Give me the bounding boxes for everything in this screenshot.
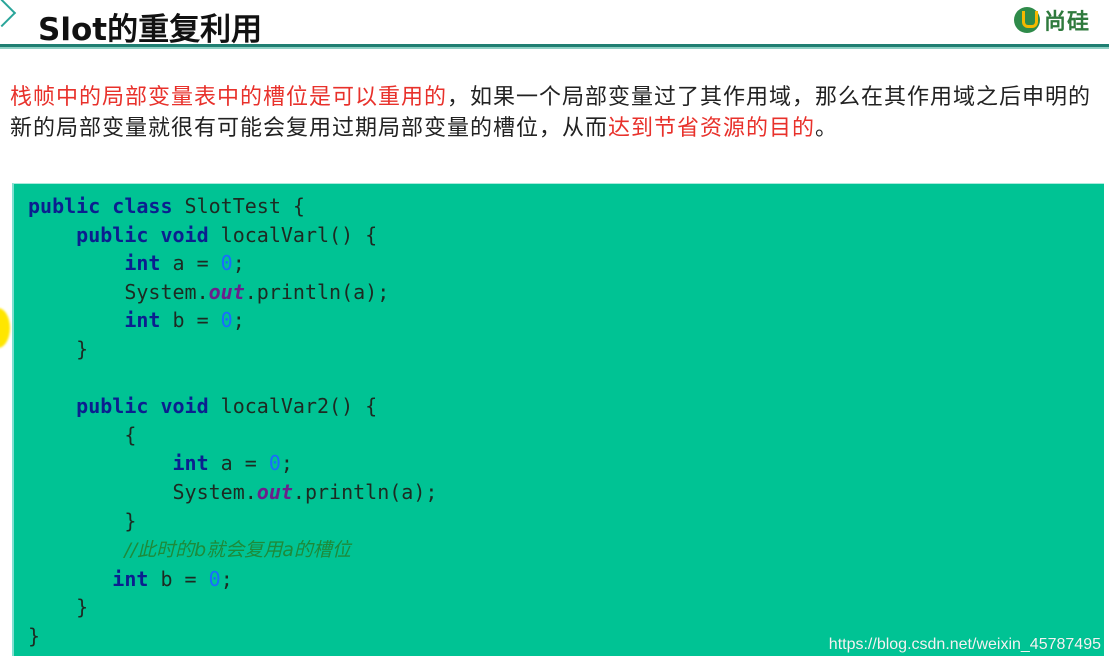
desc-segment: 。 xyxy=(815,116,839,141)
code-line: //此时的b就会复用a的槽位 xyxy=(28,535,437,565)
code-line: int b = 0; xyxy=(28,306,437,335)
code-line: ​ xyxy=(28,364,437,393)
code-token: ; xyxy=(232,308,245,333)
code-block: public class SlotTest { public void loca… xyxy=(12,183,1104,656)
code-token-field: out xyxy=(256,479,293,504)
code-token: ; xyxy=(232,251,245,276)
code-token-num: 0 xyxy=(268,451,281,476)
code-token-kw: int xyxy=(112,566,161,591)
code-token-num: 0 xyxy=(220,251,233,276)
code-line: System.out.println(a); xyxy=(28,278,437,307)
slide-header: Slot的重复利用 尚硅 xyxy=(0,0,1109,50)
code-line: } xyxy=(28,593,437,622)
code-token: b = xyxy=(172,308,221,333)
desc-segment-highlight: 栈帧中的局部变量表中的槽位是可以重用的 xyxy=(10,85,448,110)
code-token: } xyxy=(28,595,89,620)
code-token: ; xyxy=(220,566,233,591)
code-token-kw: int xyxy=(124,308,173,333)
code-token: System. xyxy=(28,479,257,504)
code-token: } xyxy=(28,336,89,361)
description-paragraph: 栈帧中的局部变量表中的槽位是可以重用的，如果一个局部变量过了其作用域，那么在其作… xyxy=(10,82,1100,144)
watermark-url: https://blog.csdn.net/weixin_45787495 xyxy=(828,636,1101,653)
code-token: a = xyxy=(220,451,269,476)
code-token: localVarl() { xyxy=(220,222,378,247)
code-token-kw: int xyxy=(172,451,221,476)
code-token: System. xyxy=(28,279,209,304)
code-token-kw: public void xyxy=(76,222,221,247)
code-token-kw: public void xyxy=(76,394,221,419)
code-line: { xyxy=(28,421,437,450)
code-token: ; xyxy=(280,451,293,476)
brand-logo: 尚硅 xyxy=(1014,5,1090,35)
code-line: public class SlotTest { xyxy=(28,192,437,221)
code-token: } xyxy=(28,508,137,533)
code-token: .println(a); xyxy=(292,479,438,504)
u-logo-icon xyxy=(1014,7,1040,33)
header-divider-light xyxy=(0,47,1109,49)
code-line: } xyxy=(28,335,437,364)
code-listing: public class SlotTest { public void loca… xyxy=(28,192,437,651)
code-line: int a = 0; xyxy=(28,249,437,278)
code-token: SlotTest { xyxy=(184,194,305,218)
code-token: b = xyxy=(160,566,209,591)
code-line: int a = 0; xyxy=(28,449,437,478)
code-token-num: 0 xyxy=(208,566,221,591)
code-token-comment: //此时的b就会复用a的槽位 xyxy=(124,539,351,562)
code-token-kw: int xyxy=(124,251,173,276)
code-token-field: out xyxy=(208,279,245,304)
code-token-kw: public class xyxy=(28,194,185,218)
code-line: } xyxy=(28,622,437,651)
chevron-right-icon xyxy=(0,0,17,28)
logo-text: 尚硅 xyxy=(1044,10,1091,35)
code-line: public void localVar2() { xyxy=(28,392,437,421)
desc-segment-highlight: 达到节省资源的目的 xyxy=(608,116,816,141)
code-token: { xyxy=(28,422,137,447)
code-token: } xyxy=(28,623,41,648)
code-token-num: 0 xyxy=(220,308,233,333)
code-token: .println(a); xyxy=(244,279,390,304)
code-line: } xyxy=(28,507,437,536)
cursor-highlight xyxy=(0,308,10,348)
code-token: localVar2() { xyxy=(220,394,378,419)
slide-title: Slot的重复利用 xyxy=(38,12,263,48)
code-line: public void localVarl() { xyxy=(28,221,437,250)
code-line: System.out.println(a); xyxy=(28,478,437,507)
code-token: a = xyxy=(172,251,221,276)
code-line: int b = 0; xyxy=(28,565,437,594)
